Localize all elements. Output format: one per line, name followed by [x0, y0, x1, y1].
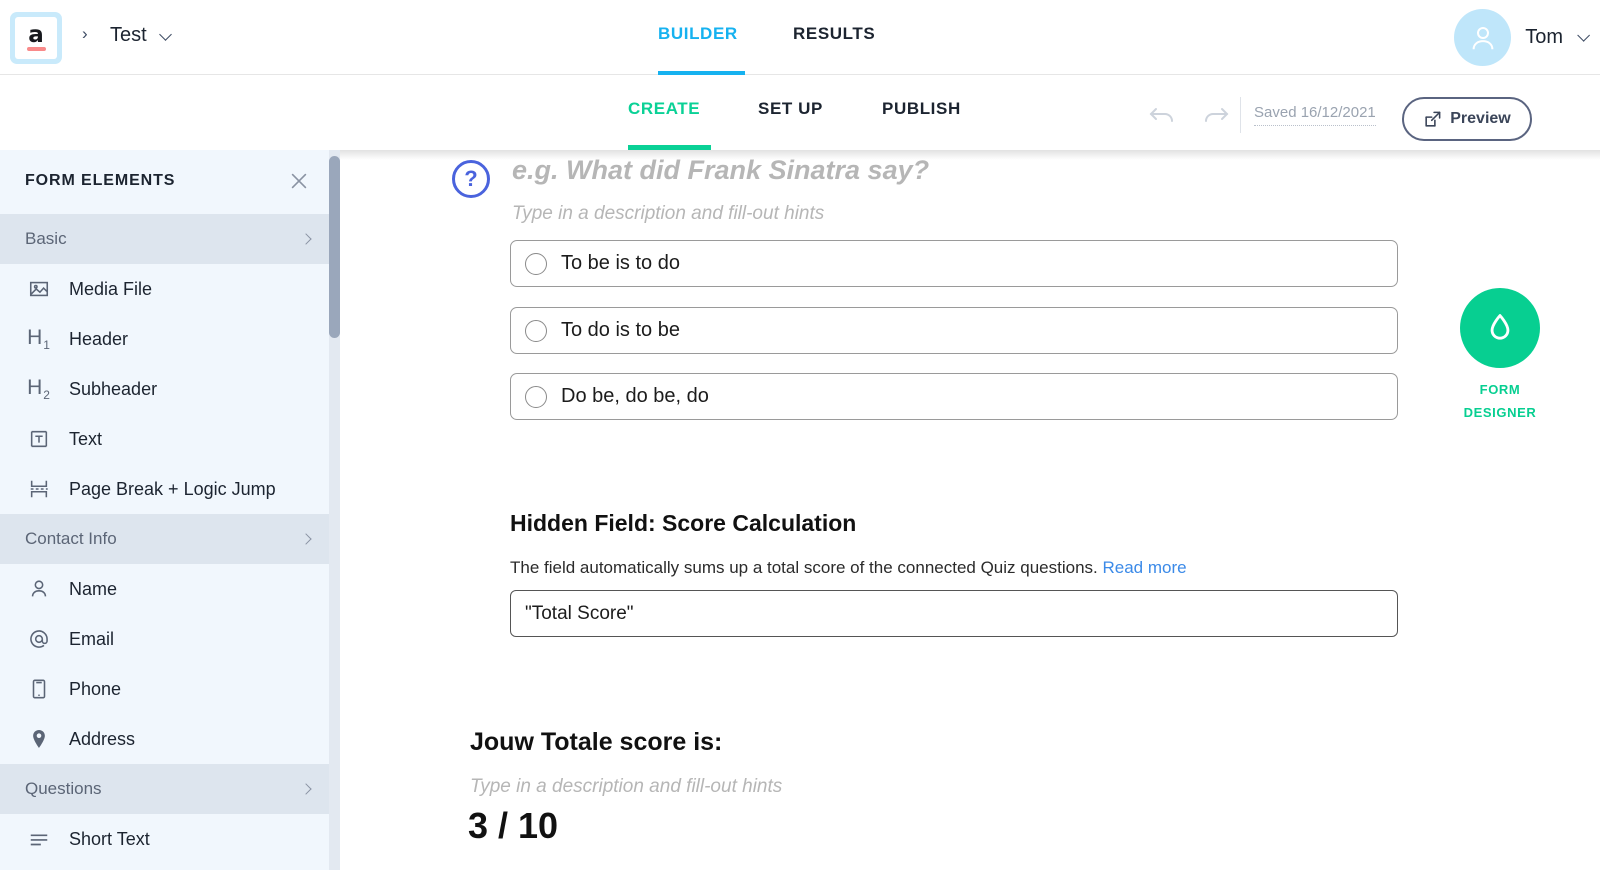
sidebar-item-label: Address: [69, 728, 136, 749]
subheader-h2-icon: H2: [27, 375, 51, 403]
hidden-field-description: The field automatically sums up a total …: [510, 558, 1187, 578]
sidebar-item-page-break[interactable]: Page Break + Logic Jump: [0, 464, 332, 514]
read-more-link[interactable]: Read more: [1103, 558, 1187, 577]
sidebar-scrollbar-thumb[interactable]: [329, 156, 340, 338]
sidebar-group-label: Questions: [25, 779, 102, 798]
chevron-right-icon: [300, 233, 312, 245]
sidebar-item-label: Text: [69, 428, 103, 449]
hidden-field-input-value: "Total Score": [525, 602, 634, 624]
sidebar-item-label: Email: [69, 628, 115, 649]
saved-timestamp: Saved 16/12/2021: [1254, 104, 1376, 126]
map-pin-icon: [25, 728, 53, 750]
sidebar-item-header[interactable]: H1 Header: [0, 314, 332, 364]
hidden-field-description-text: The field automatically sums up a total …: [510, 558, 1098, 577]
at-sign-icon: [25, 628, 53, 650]
sidebar-title: FORM ELEMENTS: [25, 172, 176, 189]
water-drop-icon: [1490, 314, 1510, 340]
chevron-right-icon: [300, 783, 312, 795]
sub-bar: CREATE SET UP PUBLISH Saved 16/12/2021 P…: [0, 75, 1600, 150]
sidebar-item-label: Header: [69, 328, 129, 349]
sidebar-item-short-text[interactable]: Short Text: [0, 814, 332, 864]
sidebar-item-name[interactable]: Name: [0, 564, 332, 614]
tab-publish[interactable]: PUBLISH: [882, 99, 961, 119]
tab-create[interactable]: CREATE: [628, 99, 700, 119]
form-designer-button[interactable]: FORM DESIGNER: [1450, 288, 1550, 425]
form-designer-label: FORM DESIGNER: [1450, 378, 1550, 425]
preview-button-label: Preview: [1450, 110, 1511, 127]
sidebar-item-label: Media File: [69, 278, 153, 299]
tab-set-up[interactable]: SET UP: [758, 99, 823, 119]
user-name: Tom: [1525, 26, 1563, 48]
tab-results[interactable]: RESULTS: [793, 24, 875, 44]
sidebar-group-basic[interactable]: Basic: [0, 214, 332, 264]
sidebar-group-contact-info[interactable]: Contact Info: [0, 514, 332, 564]
sidebar-item-label: Phone: [69, 678, 122, 699]
score-block-description-placeholder[interactable]: Type in a description and fill-out hints: [470, 776, 782, 798]
radio-circle-icon[interactable]: [525, 385, 547, 408]
header-h1-icon: H1: [27, 325, 51, 353]
form-designer-line1: FORM: [1479, 382, 1521, 397]
form-designer-circle: [1460, 288, 1540, 368]
radio-option-label: To do is to be: [561, 319, 680, 341]
sidebar-item-phone[interactable]: Phone: [0, 664, 332, 714]
sidebar-item-label: Subheader: [69, 378, 158, 399]
form-designer-line2: DESIGNER: [1463, 405, 1537, 421]
external-link-icon: [1425, 111, 1441, 127]
form-elements-sidebar: FORM ELEMENTS Basic Media File H1 Header: [0, 150, 332, 870]
sidebar-item-text[interactable]: Text: [0, 414, 332, 464]
question-mark-icon: ?: [452, 160, 490, 198]
sidebar-header: FORM ELEMENTS: [0, 150, 332, 214]
user-menu[interactable]: Tom: [1454, 9, 1590, 66]
avatar[interactable]: [1454, 9, 1512, 66]
close-icon[interactable]: [288, 170, 310, 192]
sidebar-group-questions[interactable]: Questions: [0, 764, 332, 814]
phone-icon: [25, 678, 53, 700]
preview-button[interactable]: Preview: [1402, 97, 1532, 141]
sidebar-item-media-file[interactable]: Media File: [0, 264, 332, 314]
radio-circle-icon[interactable]: [525, 319, 547, 342]
radio-option-3[interactable]: Do be, do be, do: [510, 373, 1398, 420]
score-block-value: 3 / 10: [468, 805, 559, 846]
short-text-icon: [25, 828, 53, 850]
text-icon: [25, 428, 53, 450]
sidebar-item-label: Short Text: [69, 828, 150, 849]
person-icon: [25, 578, 53, 600]
media-file-icon: [25, 278, 53, 300]
question-title-placeholder[interactable]: e.g. What did Frank Sinatra say?: [512, 155, 929, 186]
tab-builder[interactable]: BUILDER: [658, 24, 738, 44]
top-bar: a › Test BUILDER RESULTS Tom: [0, 0, 1600, 75]
sidebar-item-email[interactable]: Email: [0, 614, 332, 664]
radio-option-2[interactable]: To do is to be: [510, 307, 1398, 354]
sidebar-item-subheader[interactable]: H2 Subheader: [0, 364, 332, 414]
chevron-right-icon: [300, 533, 312, 545]
sidebar-item-address[interactable]: Address: [0, 714, 332, 764]
radio-option-label: Do be, do be, do: [561, 385, 709, 407]
redo-icon[interactable]: [1196, 102, 1230, 126]
page-break-icon: [25, 478, 53, 500]
hidden-field-input[interactable]: "Total Score": [510, 590, 1398, 637]
score-block-title[interactable]: Jouw Totale score is:: [470, 728, 722, 757]
radio-circle-icon[interactable]: [525, 252, 547, 275]
main-tabs: BUILDER RESULTS: [0, 0, 1600, 75]
sidebar-group-label: Basic: [25, 229, 67, 248]
undo-icon[interactable]: [1148, 102, 1182, 126]
question-description-placeholder[interactable]: Type in a description and fill-out hints: [512, 203, 824, 225]
sidebar-item-label: Name: [69, 578, 118, 599]
form-canvas: ? e.g. What did Frank Sinatra say? Type …: [340, 150, 1600, 870]
radio-option-label: To be is to do: [561, 252, 680, 274]
toolbar-divider: [1240, 97, 1241, 133]
sidebar-group-label: Contact Info: [25, 529, 117, 548]
hidden-field-title: Hidden Field: Score Calculation: [510, 510, 857, 536]
radio-option-1[interactable]: To be is to do: [510, 240, 1398, 287]
sidebar-item-label: Page Break + Logic Jump: [69, 478, 276, 499]
